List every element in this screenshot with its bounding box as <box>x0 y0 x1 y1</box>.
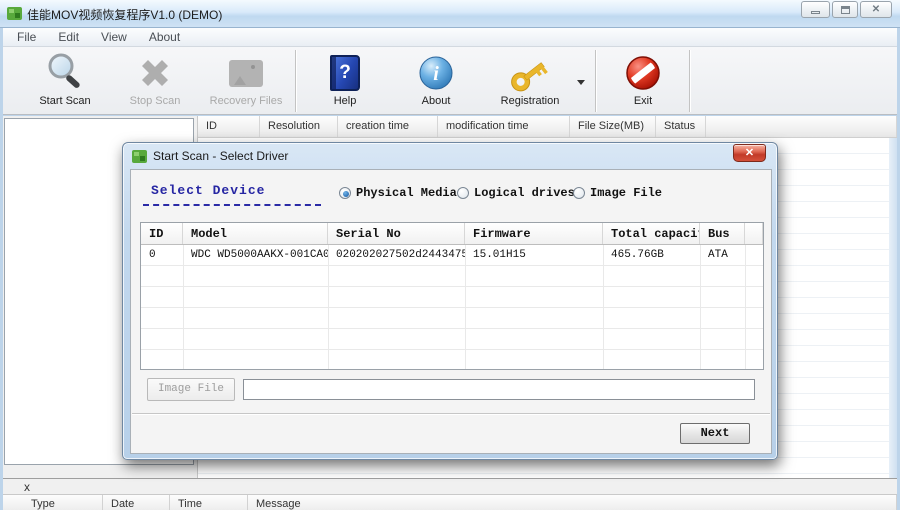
col-filler <box>706 116 897 137</box>
device-table-body: 0 WDC WD5000AAKX-001CA0 020202027502d244… <box>141 245 763 369</box>
close-icon: ✕ <box>871 3 881 15</box>
dialog-body: Select Device Physical Media Logical dri… <box>130 169 772 454</box>
col-status[interactable]: Status <box>656 116 706 137</box>
radio-physical-media[interactable]: Physical Media <box>339 186 457 200</box>
toolbar: Start Scan Stop Scan Recovery Files ? He… <box>3 47 897 115</box>
log-panel: x Type Date Time Message <box>3 478 897 510</box>
info-sphere-icon: i <box>394 51 478 95</box>
svg-text:i: i <box>433 63 439 85</box>
select-driver-dialog: Start Scan - Select Driver ✕ Select Devi… <box>122 142 778 460</box>
key-icon <box>483 51 577 95</box>
window-title: 佳能MOV视频恢复程序V1.0 (DEMO) <box>27 8 223 22</box>
col-resolution[interactable]: Resolution <box>260 116 338 137</box>
no-entry-icon <box>603 51 683 95</box>
dcol-bus[interactable]: Bus <box>700 223 745 244</box>
col-id[interactable]: ID <box>198 116 260 137</box>
dialog-titlebar: Start Scan - Select Driver ✕ <box>123 143 777 169</box>
dialog-divider <box>132 413 770 414</box>
media-type-radio-group: Physical Media Logical drives Image File <box>131 186 771 202</box>
radio-icon <box>339 187 351 199</box>
next-button[interactable]: Next <box>680 423 750 444</box>
stop-scan-button: Stop Scan <box>111 51 199 111</box>
radio-image-file[interactable]: Image File <box>573 186 662 200</box>
dialog-close-icon: ✕ <box>744 147 755 159</box>
exit-button[interactable]: Exit <box>603 51 683 111</box>
recovery-files-button: Recovery Files <box>199 51 293 111</box>
toolbar-separator <box>295 50 296 112</box>
device-table-header: ID Model Serial No Firmware Total capaci… <box>141 223 763 245</box>
registration-button[interactable]: Registration <box>483 51 577 111</box>
radio-icon <box>573 187 585 199</box>
camera-icon <box>199 51 293 95</box>
log-col-message[interactable]: Message <box>248 495 897 510</box>
window-controls: ✕ <box>801 1 892 18</box>
image-file-input[interactable] <box>243 379 755 400</box>
select-device-underline <box>143 204 321 206</box>
start-scan-button[interactable]: Start Scan <box>21 51 109 111</box>
book-question-icon: ? <box>303 51 387 95</box>
dcol-firmware[interactable]: Firmware <box>465 223 603 244</box>
menu-about[interactable]: About <box>149 30 180 44</box>
app-window: 佳能MOV视频恢复程序V1.0 (DEMO) ✕ File Edit View … <box>0 0 900 510</box>
menu-view[interactable]: View <box>101 30 127 44</box>
toolbar-separator <box>689 50 690 112</box>
dcol-capacity[interactable]: Total capacity <box>603 223 700 244</box>
dialog-icon <box>132 149 147 164</box>
col-modification-time[interactable]: modification time <box>438 116 570 137</box>
col-file-size[interactable]: File Size(MB) <box>570 116 656 137</box>
menu-file[interactable]: File <box>17 30 36 44</box>
dcol-filler <box>745 223 763 244</box>
close-button[interactable]: ✕ <box>860 1 892 18</box>
dcol-serial[interactable]: Serial No <box>328 223 465 244</box>
radio-icon <box>457 187 469 199</box>
dcol-id[interactable]: ID <box>141 223 183 244</box>
menu-edit[interactable]: Edit <box>58 30 79 44</box>
registration-dropdown-arrow-icon[interactable] <box>577 80 585 85</box>
log-col-type[interactable]: Type <box>3 495 103 510</box>
minimize-icon <box>811 11 820 14</box>
radio-logical-drives[interactable]: Logical drives <box>457 186 575 200</box>
device-row[interactable]: 0 WDC WD5000AAKX-001CA0 020202027502d244… <box>141 245 763 266</box>
magnifier-icon <box>21 51 109 95</box>
dcol-model[interactable]: Model <box>183 223 328 244</box>
log-col-date[interactable]: Date <box>103 495 170 510</box>
menubar: File Edit View About <box>3 28 897 47</box>
minimize-button[interactable] <box>801 1 830 18</box>
about-button[interactable]: i Registration About <box>394 51 478 111</box>
dialog-close-button[interactable]: ✕ <box>733 144 766 162</box>
image-file-button: Image File <box>147 378 235 401</box>
log-table-header: Type Date Time Message <box>3 494 897 510</box>
titlebar: 佳能MOV视频恢复程序V1.0 (DEMO) ✕ <box>0 0 900 28</box>
app-icon <box>7 6 22 21</box>
maximize-button[interactable] <box>832 1 858 18</box>
maximize-icon <box>840 5 850 14</box>
vertical-scrollbar[interactable] <box>889 138 897 478</box>
dialog-title: Start Scan - Select Driver <box>153 149 289 163</box>
log-close-button[interactable]: x <box>24 480 30 494</box>
toolbar-separator <box>595 50 596 112</box>
log-col-time[interactable]: Time <box>170 495 248 510</box>
results-table-header: ID Resolution creation time modification… <box>198 116 897 138</box>
col-creation-time[interactable]: creation time <box>338 116 438 137</box>
stop-x-icon <box>111 51 199 95</box>
help-button[interactable]: ? Help <box>303 51 387 111</box>
device-table: ID Model Serial No Firmware Total capaci… <box>140 222 764 370</box>
